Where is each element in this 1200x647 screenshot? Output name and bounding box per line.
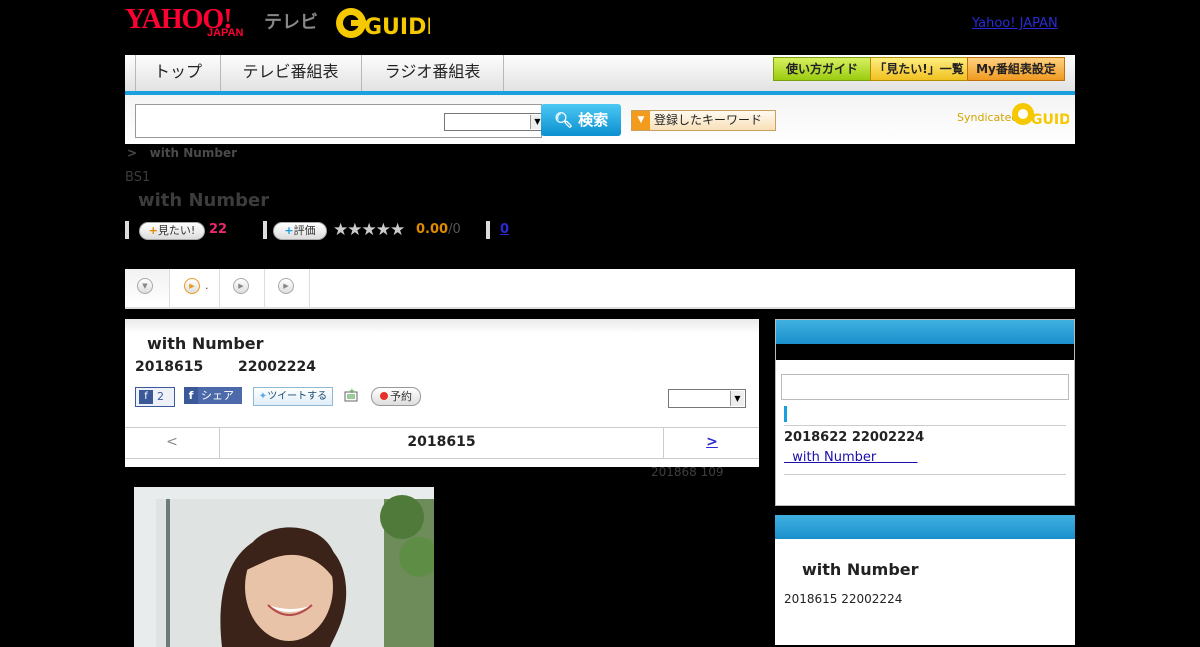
search-button[interactable]: 🔍︎ 検索 [541, 104, 621, 136]
divider [263, 221, 267, 239]
tab-third[interactable]: ▶ [220, 269, 265, 307]
rating-score: 0.00/0 [416, 222, 461, 237]
plus-icon: + [148, 224, 158, 237]
star-rating-icon: ★★★★★ [333, 220, 405, 240]
chevron-down-icon: ▼ [730, 391, 744, 406]
tv-logo-text[interactable]: テレビ [264, 8, 318, 34]
search-scope-select[interactable]: ▼ [444, 113, 546, 131]
date-navigation: < 2018615 > [125, 427, 759, 459]
reserve-button[interactable]: 予約 [371, 387, 421, 406]
gguide-syndicated-logo: GUIDE [1012, 103, 1069, 128]
breadcrumb: > with Number [127, 146, 237, 160]
nav-tab-radio-listings[interactable]: ラジオ番組表 [362, 55, 504, 91]
search-input[interactable]: ▼ [135, 104, 546, 138]
record-icon [380, 392, 388, 400]
sidebar-related-box: 2018622 22002224 with Number [775, 319, 1075, 506]
sidebar-box-header [776, 320, 1074, 344]
facebook-icon: f [139, 390, 153, 404]
facebook-like-button[interactable]: f2 [135, 387, 175, 407]
sidebar-program-datetime: 2018615 22002224 [784, 592, 903, 606]
sidebar-box-band [776, 344, 1074, 360]
divider [784, 425, 1066, 426]
page-title: with Number [138, 190, 270, 211]
current-date: 2018615 [407, 434, 476, 450]
reserve-label: 予約 [390, 390, 412, 403]
related-entry-link[interactable]: with Number [784, 450, 918, 465]
rating-count: /0 [448, 222, 461, 237]
divider [486, 221, 490, 239]
search-button-label: 検索 [578, 111, 609, 129]
program-time: 22002224 [238, 359, 316, 375]
syndicated-label: Syndicated [957, 111, 1019, 124]
saved-keywords-label: 登録したキーワード [654, 113, 763, 127]
tab-second[interactable]: ▶. [170, 269, 220, 307]
divider [784, 474, 1066, 475]
nav-tab-top[interactable]: トップ [135, 55, 221, 91]
breadcrumb-separator: > [127, 146, 138, 160]
play-icon: ▶ [278, 278, 294, 294]
section-marker [784, 406, 787, 422]
japan-logo-text: JAPAN [207, 27, 244, 39]
tweet-label: ツイートする [267, 391, 328, 402]
breadcrumb-current: with Number [149, 146, 238, 160]
want-button-label: 見たい! [157, 224, 196, 237]
usage-guide-button[interactable]: 使い方ガイド [773, 57, 871, 81]
facebook-icon: f [184, 387, 198, 404]
program-title: with Number [147, 334, 264, 353]
chevron-down-icon: ▼ [137, 278, 153, 294]
prev-date-link[interactable]: < [125, 428, 220, 458]
facebook-share-button[interactable]: f シェア [184, 387, 242, 404]
yahoo-japan-link[interactable]: Yahoo! JAPAN [972, 16, 1058, 31]
global-nav: トップ テレビ番組表 ラジオ番組表 使い方ガイド 「見たい!」一覧 My番組表設… [125, 55, 1075, 95]
search-icon: 🔍︎ [553, 111, 573, 129]
sidebar-program-title: with Number [802, 560, 919, 579]
related-entry-date: 2018622 22002224 [784, 430, 925, 445]
play-icon: ▶ [184, 278, 200, 294]
tweet-button[interactable]: ✦ツイートする [253, 387, 333, 406]
want-list-button[interactable]: 「見たい!」一覧 [870, 57, 968, 81]
svg-text:GUIDE: GUIDE [364, 15, 430, 40]
program-date: 2018615 [135, 359, 204, 375]
want-count: 22 [209, 222, 228, 237]
tv-add-icon[interactable]: + [344, 388, 358, 402]
nav-tab-tv-listings[interactable]: テレビ番組表 [220, 55, 362, 91]
program-detail-panel: with Number 2018615 22002224 f2 f シェア ✦ツイ… [125, 319, 759, 467]
search-bar: ▼ 🔍︎ 検索 ▼ 登録したキーワード Syndicated GUIDE [125, 95, 1075, 144]
reminder-select[interactable]: ▼ [668, 389, 746, 408]
sidebar-program-box: with Number 2018615 22002224 [775, 515, 1075, 645]
want-button[interactable]: +見たい! [139, 222, 205, 240]
program-photo [134, 487, 434, 647]
next-date-link[interactable]: > [663, 428, 760, 458]
share-label: シェア [201, 389, 234, 402]
tab-fourth[interactable]: ▶ [265, 269, 310, 307]
saved-keywords-button[interactable]: ▼ 登録したキーワード [631, 110, 776, 131]
svg-text:+: + [349, 388, 355, 395]
tab-details[interactable]: ▼ [125, 269, 170, 307]
divider [125, 221, 129, 239]
my-listings-settings-button[interactable]: My番組表設定 [967, 57, 1065, 81]
rating-value: 0.00 [416, 222, 449, 237]
sidebar-box-header [775, 515, 1075, 539]
chevron-down-icon: ▼ [632, 111, 650, 130]
comment-count-link[interactable]: 0 [500, 222, 509, 237]
channel-name: BS1 [125, 170, 151, 185]
plus-icon: + [284, 224, 294, 237]
twitter-bird-icon: ✦ [258, 391, 268, 402]
svg-text:GUIDE: GUIDE [1031, 112, 1069, 128]
play-icon: ▶ [233, 278, 249, 294]
rate-button-label: 評価 [293, 224, 316, 237]
detail-tabs: ▼ ▶. ▶ ▶ [125, 269, 1075, 309]
tab-second-label: . [205, 279, 209, 292]
sidebar-search-input[interactable] [781, 374, 1069, 400]
rate-button[interactable]: +評価 [273, 222, 327, 240]
updated-info: 201868 109 [651, 465, 724, 479]
gguide-logo[interactable]: GUIDE [334, 6, 430, 40]
like-count: 2 [157, 390, 164, 403]
